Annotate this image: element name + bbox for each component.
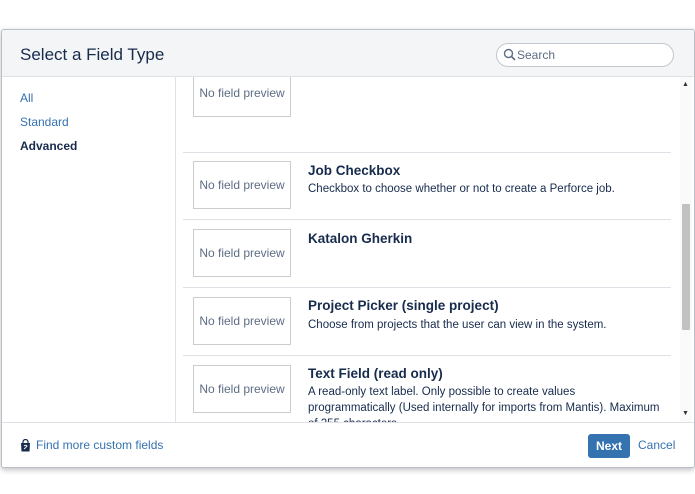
search-icon: [503, 48, 516, 61]
field-type-title: Project Picker (single project): [308, 298, 499, 313]
field-type-title: Job Checkbox: [308, 163, 401, 178]
dialog-header: Select a Field Type: [2, 30, 694, 77]
field-type-title: Text Field (read only): [308, 366, 443, 381]
scrollbar-thumb[interactable]: [682, 204, 690, 330]
cancel-button[interactable]: Cancel: [638, 438, 675, 452]
next-button[interactable]: Next: [588, 434, 630, 458]
field-type-description: A read-only text label. Only possible to…: [308, 386, 660, 422]
list-scrollbar[interactable]: ▲ ▼: [680, 77, 692, 422]
field-type-row[interactable]: No field preview: [183, 77, 671, 153]
field-type-description: Choose from projects that the user can v…: [308, 319, 607, 331]
field-type-row[interactable]: No field preview Project Picker (single …: [183, 288, 671, 356]
sidebar-item-advanced[interactable]: Advanced: [20, 139, 77, 153]
field-type-description: Checkbox to choose whether or not to cre…: [308, 183, 615, 195]
sidebar-item-all[interactable]: All: [20, 91, 33, 105]
field-type-title: Katalon Gherkin: [308, 231, 413, 246]
field-preview: No field preview: [193, 229, 291, 277]
field-type-row[interactable]: No field preview Text Field (read only) …: [183, 356, 671, 422]
dialog-title: Select a Field Type: [20, 45, 165, 64]
field-type-row[interactable]: No field preview Job Checkbox Checkbox t…: [183, 152, 671, 220]
category-sidebar: All Standard Advanced: [2, 77, 176, 422]
scroll-down-arrow-icon[interactable]: ▼: [682, 410, 689, 417]
search-box[interactable]: [496, 43, 674, 67]
field-preview: No field preview: [193, 161, 291, 209]
sidebar-item-standard[interactable]: Standard: [20, 115, 69, 129]
dialog-footer: Find more custom fields Next Cancel: [2, 422, 694, 467]
field-type-list: No field preview No field preview Job Ch…: [176, 77, 694, 422]
search-input[interactable]: [517, 47, 665, 63]
find-more-custom-fields-link[interactable]: Find more custom fields: [20, 438, 163, 452]
field-preview: No field preview: [193, 297, 291, 345]
marketplace-bag-icon: [21, 438, 30, 451]
find-more-label: Find more custom fields: [36, 438, 164, 452]
field-preview: No field preview: [193, 365, 291, 413]
field-preview: No field preview: [193, 77, 291, 117]
scroll-up-arrow-icon[interactable]: ▲: [682, 81, 689, 88]
select-field-type-dialog: Select a Field Type All Standard Advance…: [1, 29, 695, 468]
field-type-row[interactable]: No field preview Katalon Gherkin: [183, 220, 671, 288]
